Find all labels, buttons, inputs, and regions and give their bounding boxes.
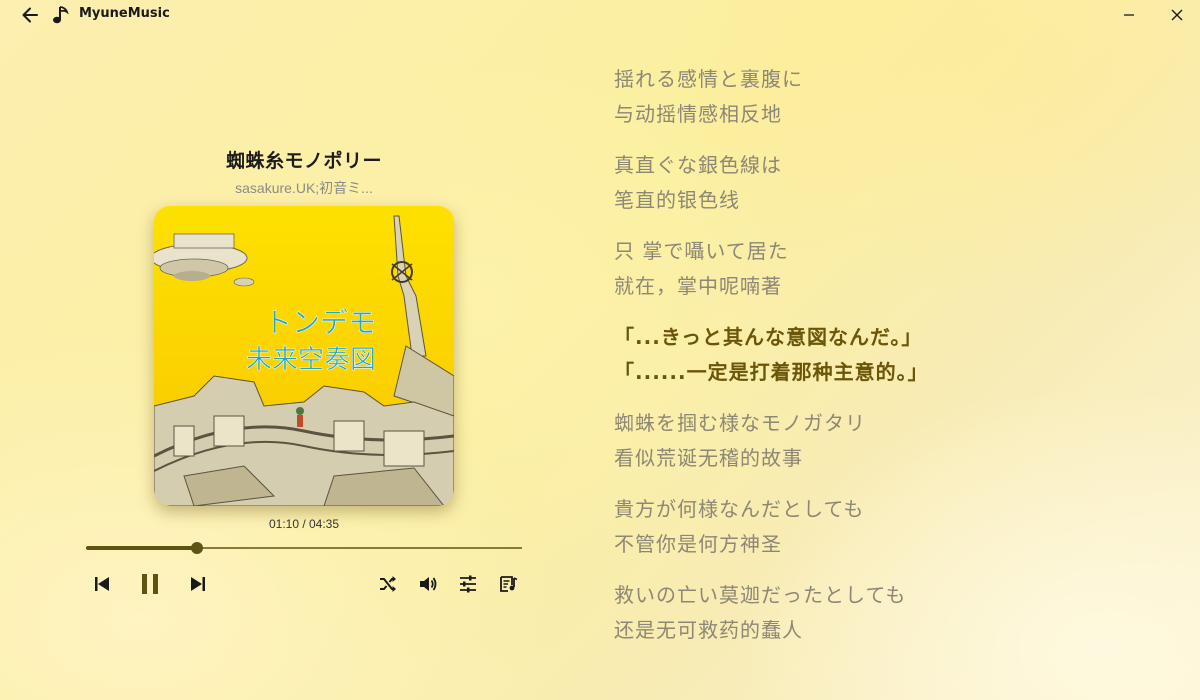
- lyric-line[interactable]: 貴方が何様なんだとしても 不管你是何方神圣: [614, 492, 1174, 562]
- playlist-icon: [500, 576, 518, 592]
- progress-slider[interactable]: [86, 541, 522, 555]
- song-artist: sasakure.UK;初音ミ...: [235, 180, 373, 196]
- lyric-translation: 还是无可救药的蠢人: [614, 618, 803, 642]
- lyric-original: 救いの亡い莫迦だったとしても: [614, 583, 907, 607]
- progress-fill: [86, 546, 198, 550]
- close-button[interactable]: [1154, 0, 1200, 30]
- lyric-original: 只 掌で囁いて居た: [614, 239, 789, 263]
- volume-icon: [420, 577, 437, 591]
- lyric-line[interactable]: 揺れる感情と裏腹に 与动摇情感相反地: [614, 62, 1174, 132]
- playlist-button[interactable]: [492, 568, 524, 600]
- minimize-icon: [1124, 14, 1134, 16]
- lyric-line-current[interactable]: 「...きっと其んな意図なんだ。」 「......一定是打着那种主意的。」: [614, 320, 1174, 390]
- skip-next-icon: [191, 577, 205, 591]
- minimize-button[interactable]: [1106, 0, 1152, 30]
- lyric-line[interactable]: 只 掌で囁いて居た 就在，掌中呢喃著: [614, 234, 1174, 304]
- skip-previous-icon: [95, 577, 109, 591]
- song-title: 蜘蛛糸モノポリー: [225, 150, 382, 172]
- lyric-translation: 「......一定是打着那种主意的。」: [614, 360, 929, 384]
- cover-text-line1: トンデモ: [264, 306, 376, 339]
- lyric-line[interactable]: 救いの亡い莫迦だったとしても 还是无可救药的蠢人: [614, 578, 1174, 648]
- previous-button[interactable]: [86, 568, 118, 600]
- title-bar: MyuneMusic: [0, 0, 1200, 30]
- lyric-translation: 不管你是何方神圣: [614, 532, 782, 556]
- lyric-original: 揺れる感情と裏腹に: [614, 67, 803, 91]
- lyric-translation: 看似荒诞无稽的故事: [614, 446, 803, 470]
- lyric-original: 「...きっと其んな意図なんだ。」: [614, 325, 923, 349]
- lyric-translation: 就在，掌中呢喃著: [614, 274, 782, 298]
- time-display: 01:10 / 04:35: [268, 517, 340, 531]
- next-button[interactable]: [182, 568, 214, 600]
- shuffle-button[interactable]: [372, 568, 404, 600]
- pause-icon: [142, 574, 158, 594]
- back-button[interactable]: [18, 4, 42, 26]
- pause-button[interactable]: [134, 568, 166, 600]
- lyric-line[interactable]: 蜘蛛を掴む様なモノガタリ 看似荒诞无稽的故事: [614, 406, 1174, 476]
- album-cover: トンデモ 未来空奏図: [154, 206, 454, 506]
- music-note-icon: [53, 6, 69, 24]
- app-title: MyuneMusic: [79, 6, 170, 21]
- cover-text-line2: 未来空奏図: [246, 345, 376, 375]
- lyric-translation: 笔直的银色线: [614, 188, 740, 212]
- shuffle-icon: [380, 576, 396, 592]
- progress-thumb[interactable]: [191, 542, 204, 554]
- lyric-original: 蜘蛛を掴む様なモノガタリ: [614, 411, 866, 435]
- arrow-left-icon: [22, 7, 38, 23]
- lyric-translation: 与动摇情感相反地: [614, 102, 782, 126]
- lyric-line[interactable]: 真直ぐな銀色線は 笔直的银色线: [614, 148, 1174, 218]
- lyrics-panel[interactable]: 揺れる感情と裏腹に 与动摇情感相反地 真直ぐな銀色線は 笔直的银色线只 掌で囁いて居た…: [614, 62, 1174, 664]
- lyric-original: 貴方が何様なんだとしても: [614, 497, 865, 521]
- close-icon: [1171, 9, 1183, 21]
- equalizer-icon: [460, 575, 476, 593]
- lyric-original: 真直ぐな銀色線は: [614, 153, 782, 177]
- equalizer-button[interactable]: [452, 568, 484, 600]
- volume-button[interactable]: [412, 568, 444, 600]
